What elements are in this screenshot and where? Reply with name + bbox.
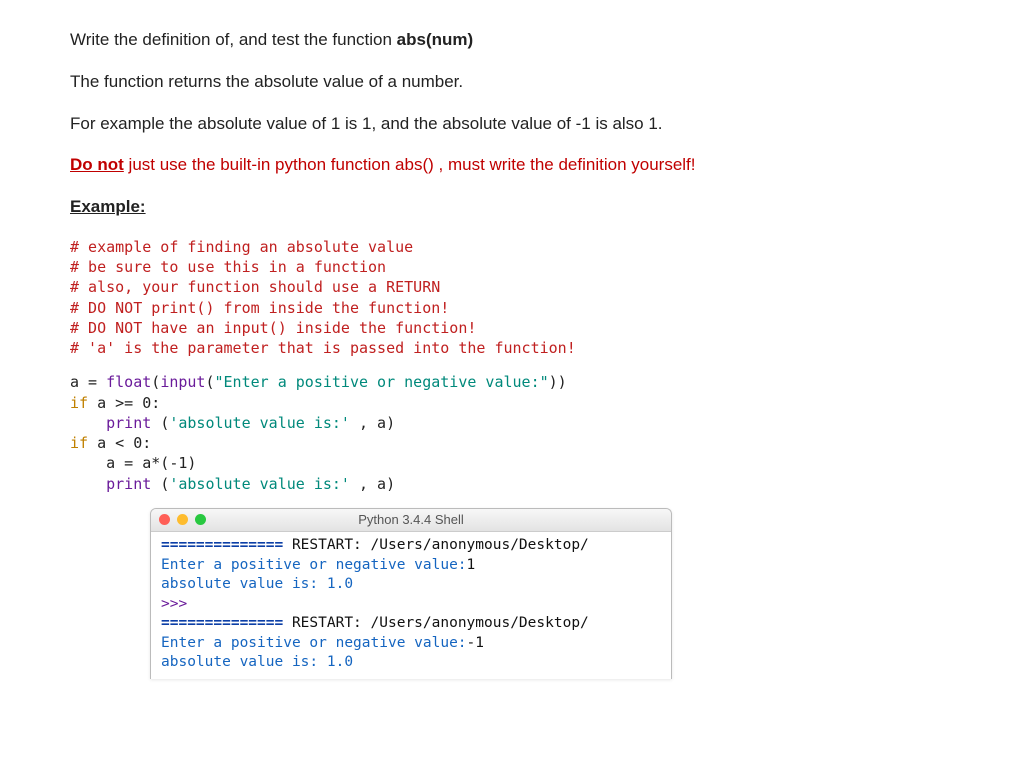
window-title: Python 3.4.4 Shell [151, 512, 671, 527]
shell-window: Python 3.4.4 Shell ============== RESTAR… [150, 508, 672, 679]
code-keyword: if [70, 394, 88, 412]
code-string: 'absolute value is:' [169, 475, 350, 493]
code-func: input [160, 373, 205, 391]
code-string: 'absolute value is:' [169, 414, 350, 432]
indent [70, 454, 106, 472]
code-args: , a) [350, 414, 395, 432]
code-cond: a >= 0: [97, 394, 160, 412]
shell-restart: RESTART: [292, 615, 371, 631]
comment-line: # also, your function should use a RETUR… [70, 278, 440, 296]
shell-path: /Users/anonymous/Desktop/ [371, 537, 589, 553]
instruction-line-3: For example the absolute value of 1 is 1… [70, 112, 954, 136]
code-assign: a = a*(-1) [106, 454, 196, 472]
code-paren: )) [549, 373, 567, 391]
code-cond: a < 0: [97, 434, 151, 452]
code-args: , a) [350, 475, 395, 493]
comment-line: # DO NOT print() from inside the functio… [70, 299, 449, 317]
indent [70, 475, 106, 493]
shell-restart: RESTART: [292, 537, 371, 553]
do-not-label: Do not [70, 155, 124, 174]
code-paren: ( [151, 373, 160, 391]
space [88, 394, 97, 412]
instruction-line-2: The function returns the absolute value … [70, 70, 954, 94]
warning-line: Do not just use the built-in python func… [70, 153, 954, 177]
code-keyword: if [70, 434, 88, 452]
shell-prompt: Enter a positive or negative value: [161, 635, 467, 651]
shell-input: -1 [467, 635, 484, 651]
comment-line: # example of finding an absolute value [70, 238, 413, 256]
shell-separator: ============== [161, 537, 292, 553]
example-label: Example: [70, 197, 146, 216]
code-paren: ( [160, 414, 169, 432]
code-paren: ( [160, 475, 169, 493]
code-op: = [79, 373, 106, 391]
shell-path: /Users/anonymous/Desktop/ [371, 615, 589, 631]
comment-line: # 'a' is the parameter that is passed in… [70, 339, 576, 357]
code-paren: ( [205, 373, 214, 391]
code-func: print [106, 475, 160, 493]
shell-prompt: Enter a positive or negative value: [161, 557, 467, 573]
code-block: a = float(input("Enter a positive or neg… [70, 372, 954, 494]
indent [70, 414, 106, 432]
code-func: float [106, 373, 151, 391]
shell-output-line: absolute value is: 1.0 [161, 654, 353, 670]
code-var: a [70, 373, 79, 391]
titlebar: Python 3.4.4 Shell [151, 509, 671, 532]
code-func: print [106, 414, 160, 432]
code-string: "Enter a positive or negative value:" [215, 373, 549, 391]
shell-input: 1 [467, 557, 476, 573]
instruction-line-1: Write the definition of, and test the fu… [70, 28, 954, 52]
comment-line: # be sure to use this in a function [70, 258, 386, 276]
warning-text: just use the built-in python function ab… [124, 155, 696, 174]
text: Write the definition of, and test the fu… [70, 30, 397, 49]
comment-block: # example of finding an absolute value #… [70, 237, 954, 359]
shell-output-line: absolute value is: 1.0 [161, 576, 353, 592]
shell-chevron: >>> [161, 596, 196, 612]
function-name: abs(num) [397, 30, 474, 49]
space [88, 434, 97, 452]
comment-line: # DO NOT have an input() inside the func… [70, 319, 476, 337]
example-heading: Example: [70, 195, 954, 219]
shell-separator: ============== [161, 615, 292, 631]
shell-output: ============== RESTART: /Users/anonymous… [151, 532, 671, 679]
